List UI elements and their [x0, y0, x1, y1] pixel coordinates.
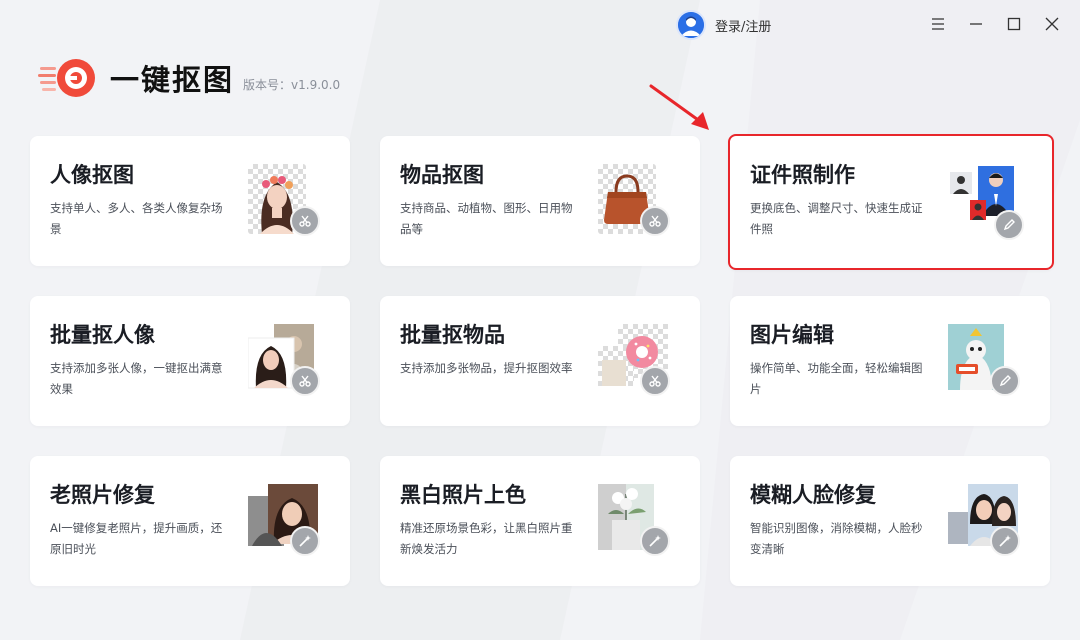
card-description: 智能识别图像，消除模糊，人脸秒变清晰: [750, 521, 923, 556]
pencil-icon: [994, 210, 1024, 240]
card-description: 支持商品、动植物、图形、日用物品等: [400, 201, 573, 236]
handbag-thumbnail: [598, 164, 670, 240]
login-register-button[interactable]: 登录/注册: [676, 10, 771, 40]
card-description: 支持添加多张物品，提升抠图效率: [400, 361, 573, 375]
maximize-button[interactable]: [1002, 12, 1026, 36]
card-bw-colorize[interactable]: 黑白照片上色 精准还原场景色彩，让黑白照片重新焕发活力: [380, 456, 700, 586]
card-old-photo-restore[interactable]: 老照片修复 AI一键修复老照片，提升画质，还原旧时光: [30, 456, 350, 586]
annotation-arrow-icon: [649, 84, 709, 130]
card-description: 支持单人、多人、各类人像复杂场景: [50, 201, 223, 236]
blurry-face-thumbnail: [948, 484, 1020, 560]
wand-icon: [640, 526, 670, 556]
card-image-editing[interactable]: 图片编辑 操作简单、功能全面，轻松编辑图片: [730, 296, 1050, 426]
card-batch-portrait[interactable]: 批量抠人像 支持添加多张人像，一键抠出满意效果: [30, 296, 350, 426]
scissors-icon: [290, 366, 320, 396]
old-photo-thumbnail: [248, 484, 320, 560]
card-description: AI一键修复老照片，提升画质，还原旧时光: [50, 521, 223, 556]
card-description: 精准还原场景色彩，让黑白照片重新焕发活力: [400, 521, 573, 556]
app-logo: 一键抠图 版本号：v1.9.0.0: [38, 56, 340, 100]
wand-icon: [290, 526, 320, 556]
card-title: 人像抠图: [50, 163, 134, 187]
scissors-icon: [290, 206, 320, 236]
batch-portrait-thumbnail: [247, 324, 320, 400]
card-title: 模糊人脸修复: [750, 483, 876, 507]
card-batch-object[interactable]: 批量抠物品 支持添加多张物品，提升抠图效率: [380, 296, 700, 426]
app-version: 版本号：v1.9.0.0: [243, 77, 341, 92]
card-title: 批量抠人像: [50, 323, 155, 347]
pencil-icon: [990, 366, 1020, 396]
minimize-button[interactable]: [964, 12, 988, 36]
wand-icon: [990, 526, 1020, 556]
batch-object-thumbnail: [598, 324, 670, 400]
card-description: 操作简单、功能全面，轻松编辑图片: [750, 361, 923, 396]
card-title: 黑白照片上色: [400, 483, 526, 507]
app-name: 一键抠图: [110, 63, 235, 97]
close-button[interactable]: [1040, 12, 1064, 36]
card-title: 物品抠图: [400, 163, 484, 187]
card-title: 批量抠物品: [400, 323, 505, 347]
maximize-icon: [1007, 17, 1021, 31]
minimize-icon: [970, 23, 982, 25]
id-photo-thumbnail: [950, 166, 1024, 242]
user-avatar-icon: [676, 10, 706, 40]
login-register-label: 登录/注册: [715, 19, 772, 35]
menu-icon: [932, 18, 944, 30]
card-description: 支持添加多张人像，一键抠出满意效果: [50, 361, 223, 396]
card-id-photo[interactable]: 证件照制作 更换底色、调整尺寸、快速生成证件照: [728, 134, 1054, 270]
close-icon: [1045, 17, 1059, 31]
card-blurry-face-restore[interactable]: 模糊人脸修复 智能识别图像，消除模糊，人脸秒变清晰: [730, 456, 1050, 586]
bw-colorize-thumbnail: [598, 484, 670, 560]
card-title: 图片编辑: [750, 323, 834, 347]
scissors-icon: [640, 206, 670, 236]
image-editing-thumbnail: [948, 324, 1020, 400]
app-logo-icon: [38, 56, 98, 100]
scissors-icon: [640, 366, 670, 396]
menu-button[interactable]: [926, 12, 950, 36]
card-portrait-cutout[interactable]: 人像抠图 支持单人、多人、各类人像复杂场景: [30, 136, 350, 266]
card-object-cutout[interactable]: 物品抠图 支持商品、动植物、图形、日用物品等: [380, 136, 700, 266]
card-title: 老照片修复: [50, 483, 155, 507]
card-description: 更换底色、调整尺寸、快速生成证件照: [750, 201, 923, 236]
title-bar: 登录/注册: [0, 0, 1080, 50]
portrait-thumbnail: [248, 164, 320, 240]
card-title: 证件照制作: [750, 163, 855, 187]
